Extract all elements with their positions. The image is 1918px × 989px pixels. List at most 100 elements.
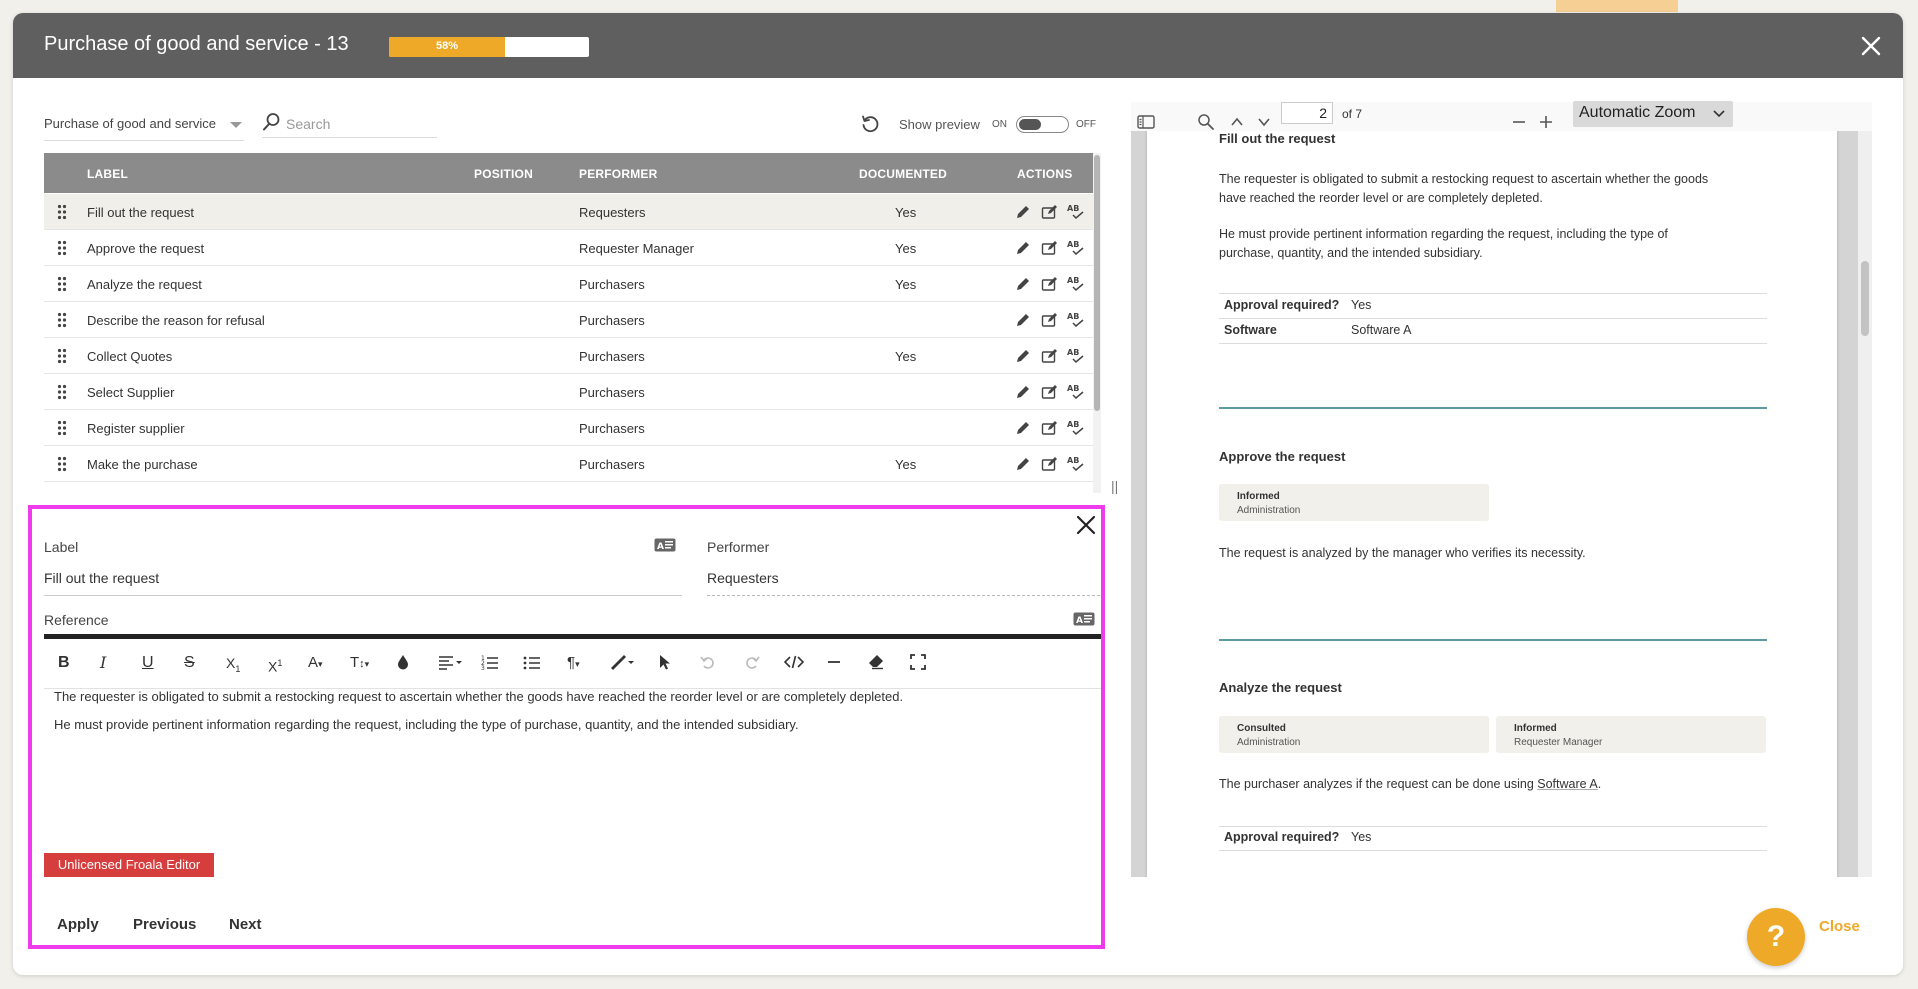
pdf-scrollbar-thumb[interactable] bbox=[1861, 261, 1869, 336]
drag-handle-icon[interactable] bbox=[57, 204, 67, 220]
subscript-icon[interactable]: X1 bbox=[226, 654, 240, 678]
spellcheck-icon[interactable]: AB bbox=[1067, 239, 1085, 257]
page-number-input[interactable] bbox=[1281, 102, 1333, 124]
paragraph-style-icon[interactable] bbox=[609, 654, 635, 675]
horizontal-line-icon[interactable] bbox=[826, 654, 842, 675]
pane-splitter-handle[interactable]: || bbox=[1111, 478, 1118, 494]
paragraph-format-icon[interactable]: ¶▾ bbox=[567, 654, 580, 673]
edit-pencil-icon[interactable] bbox=[1014, 311, 1032, 329]
column-header-position[interactable]: POSITION bbox=[474, 167, 533, 181]
table-row[interactable]: Fill out the request Requesters Yes AB bbox=[44, 194, 1094, 230]
drag-handle-icon[interactable] bbox=[57, 420, 67, 436]
bold-icon[interactable]: B bbox=[58, 654, 70, 672]
label-input[interactable]: Fill out the request bbox=[44, 570, 159, 586]
strikethrough-icon[interactable]: S bbox=[184, 654, 195, 672]
drag-handle-icon[interactable] bbox=[57, 312, 67, 328]
apply-button[interactable]: Apply bbox=[57, 916, 99, 933]
code-view-icon[interactable] bbox=[783, 654, 805, 675]
edit-pencil-icon[interactable] bbox=[1014, 239, 1032, 257]
drag-handle-icon[interactable] bbox=[57, 348, 67, 364]
unlicensed-editor-badge[interactable]: Unlicensed Froala Editor bbox=[44, 853, 214, 877]
table-row[interactable]: Register supplier Purchasers AB bbox=[44, 410, 1094, 446]
svg-text:A: A bbox=[1076, 616, 1083, 626]
font-family-icon[interactable]: A▾ bbox=[308, 654, 323, 673]
performer-input[interactable]: Requesters bbox=[707, 570, 779, 586]
process-filter-select[interactable]: Purchase of good and service bbox=[44, 114, 244, 141]
table-row[interactable]: Describe the reason for refusal Purchaser… bbox=[44, 302, 1094, 338]
table-row[interactable]: Analyze the request Purchasers Yes AB bbox=[44, 266, 1094, 302]
sidebar-toggle-icon[interactable] bbox=[1136, 112, 1156, 132]
spellcheck-icon[interactable]: AB bbox=[1067, 203, 1085, 221]
edit-pencil-icon[interactable] bbox=[1014, 419, 1032, 437]
clear-formatting-icon[interactable] bbox=[868, 654, 884, 675]
column-header-performer[interactable]: PERFORMER bbox=[579, 167, 657, 181]
edit-content-icon[interactable] bbox=[1041, 239, 1059, 257]
edit-pencil-icon[interactable] bbox=[1014, 455, 1032, 473]
svg-text:A: A bbox=[657, 542, 664, 552]
edit-content-icon[interactable] bbox=[1041, 203, 1059, 221]
undo-icon[interactable] bbox=[700, 654, 716, 675]
edit-pencil-icon[interactable] bbox=[1014, 203, 1032, 221]
select-all-icon[interactable] bbox=[658, 654, 672, 675]
table-scrollbar-thumb[interactable] bbox=[1094, 155, 1100, 411]
previous-page-icon[interactable] bbox=[1227, 112, 1247, 132]
table-scrollbar[interactable] bbox=[1093, 153, 1101, 493]
drag-handle-icon[interactable] bbox=[57, 240, 67, 256]
table-row[interactable]: Select Supplier Purchasers AB bbox=[44, 374, 1094, 410]
edit-content-icon[interactable] bbox=[1041, 347, 1059, 365]
software-link[interactable]: Software A bbox=[1537, 777, 1597, 791]
font-size-icon[interactable]: T↕▾ bbox=[350, 654, 369, 673]
spellcheck-icon[interactable]: AB bbox=[1067, 311, 1085, 329]
spellcheck-icon[interactable]: AB bbox=[1067, 275, 1085, 293]
column-header-label[interactable]: LABEL bbox=[87, 167, 128, 181]
edit-content-icon[interactable] bbox=[1041, 419, 1059, 437]
superscript-icon[interactable]: X1 bbox=[268, 654, 282, 676]
drag-handle-icon[interactable] bbox=[57, 456, 67, 472]
zoom-select[interactable]: Automatic Zoom bbox=[1573, 101, 1733, 127]
ordered-list-icon[interactable]: 123 bbox=[481, 654, 499, 675]
pdf-scrollbar[interactable] bbox=[1858, 131, 1872, 877]
refresh-icon[interactable] bbox=[860, 114, 880, 134]
edit-pencil-icon[interactable] bbox=[1014, 347, 1032, 365]
translate-icon[interactable]: A bbox=[654, 538, 676, 552]
drag-handle-icon[interactable] bbox=[57, 384, 67, 400]
zoom-in-icon[interactable] bbox=[1536, 112, 1556, 132]
find-icon[interactable] bbox=[1196, 112, 1216, 132]
edit-pencil-icon[interactable] bbox=[1014, 275, 1032, 293]
unordered-list-icon[interactable] bbox=[523, 654, 541, 675]
edit-content-icon[interactable] bbox=[1041, 383, 1059, 401]
close-button[interactable]: Close bbox=[1819, 918, 1860, 935]
next-page-icon[interactable] bbox=[1254, 112, 1274, 132]
editor-paragraph[interactable]: The requester is obligated to submit a r… bbox=[54, 689, 903, 704]
editor-paragraph[interactable]: He must provide pertinent information re… bbox=[54, 717, 799, 732]
drag-handle-icon[interactable] bbox=[57, 276, 67, 292]
preview-toggle[interactable] bbox=[1016, 116, 1069, 133]
search-input[interactable] bbox=[286, 114, 436, 134]
close-panel-icon[interactable] bbox=[1074, 513, 1098, 537]
spellcheck-icon[interactable]: AB bbox=[1067, 347, 1085, 365]
spellcheck-icon[interactable]: AB bbox=[1067, 383, 1085, 401]
zoom-out-icon[interactable] bbox=[1509, 112, 1529, 132]
redo-icon[interactable] bbox=[744, 654, 760, 675]
underline-icon[interactable]: U bbox=[142, 654, 154, 672]
table-row[interactable]: Make the purchase Purchasers Yes AB bbox=[44, 446, 1094, 482]
table-row[interactable]: Collect Quotes Purchasers Yes AB bbox=[44, 338, 1094, 374]
close-icon[interactable] bbox=[1858, 33, 1884, 59]
italic-icon[interactable]: I bbox=[100, 654, 106, 672]
translate-icon[interactable]: A bbox=[1073, 612, 1095, 626]
column-header-documented[interactable]: DOCUMENTED bbox=[859, 167, 947, 181]
spellcheck-icon[interactable]: AB bbox=[1067, 455, 1085, 473]
next-button[interactable]: Next bbox=[229, 916, 262, 933]
help-button[interactable]: ? bbox=[1747, 908, 1805, 966]
text-color-icon[interactable] bbox=[396, 654, 410, 675]
previous-button[interactable]: Previous bbox=[133, 916, 196, 933]
align-icon[interactable] bbox=[438, 654, 464, 675]
edit-pencil-icon[interactable] bbox=[1014, 383, 1032, 401]
edit-content-icon[interactable] bbox=[1041, 275, 1059, 293]
edit-content-icon[interactable] bbox=[1041, 455, 1059, 473]
search-box[interactable] bbox=[262, 110, 437, 138]
edit-content-icon[interactable] bbox=[1041, 311, 1059, 329]
fullscreen-icon[interactable] bbox=[910, 654, 926, 675]
spellcheck-icon[interactable]: AB bbox=[1067, 419, 1085, 437]
table-row[interactable]: Approve the request Requester Manager Yes A… bbox=[44, 230, 1094, 266]
